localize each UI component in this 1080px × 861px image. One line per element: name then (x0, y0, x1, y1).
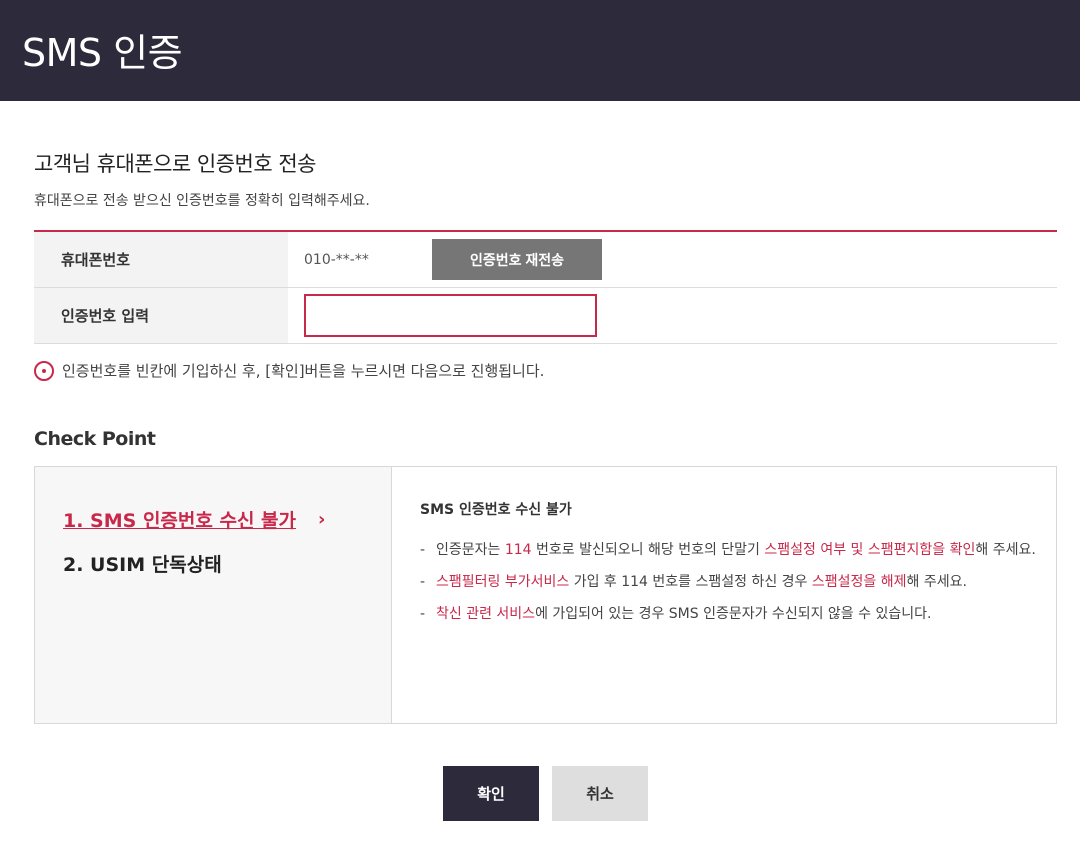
phone-row: 휴대폰번호 010-**-** 인증번호 재전송 (34, 232, 1057, 288)
info-circle-icon (34, 360, 54, 381)
code-row: 인증번호 입력 (34, 288, 1057, 344)
checkpoint-bullet: - 착신 관련 서비스에 가입되어 있는 경우 SMS 인증문자가 수신되지 않을… (420, 601, 1056, 627)
resend-code-button[interactable]: 인증번호 재전송 (432, 239, 602, 280)
highlight-text: 114 (504, 542, 532, 558)
bullet-text: 스팸필터링 부가서비스 가입 후 114 번호를 스팸설정 하신 경우 스팸설정… (436, 569, 1046, 595)
checkpoint-bullets: - 인증문자는 114 번호로 발신되오니 해당 번호의 단말기 스팸설정 여부 … (420, 537, 1056, 627)
cancel-button[interactable]: 취소 (552, 766, 648, 821)
section-description: 휴대폰으로 전송 받으신 인증번호를 정확히 입력해주세요. (34, 193, 370, 209)
bullet-dash: - (420, 542, 426, 558)
phone-label: 휴대폰번호 (34, 232, 288, 287)
checkpoint-panel: 1. SMS 인증번호 수신 불가 › 2. USIM 단독상태 SMS 인증번… (34, 466, 1057, 724)
bullet-dash: - (420, 606, 426, 622)
chevron-right-icon: › (318, 508, 326, 530)
checkpoint-content: SMS 인증번호 수신 불가 - 인증문자는 114 번호로 발신되오니 해당 번… (392, 467, 1056, 723)
bullet-segment: 해 주세요. (906, 574, 967, 590)
checkpoint-content-title: SMS 인증번호 수신 불가 (420, 502, 572, 518)
bullet-text: 인증문자는 114 번호로 발신되오니 해당 번호의 단말기 스팸설정 여부 및… (436, 537, 1046, 563)
highlight-text: 스팸필터링 부가서비스 (436, 574, 570, 590)
page-title: SMS 인증 (22, 31, 183, 75)
code-label: 인증번호 입력 (34, 288, 288, 343)
bullet-segment: 가입 후 114 번호를 스팸설정 하신 경우 (569, 574, 812, 590)
checkpoint-title: Check Point (34, 428, 156, 450)
notice-text: 인증번호를 빈칸에 기입하신 후, [확인]버튼을 누르시면 다음으로 진행됩니… (62, 362, 545, 380)
checkpoint-tab-sms[interactable]: 1. SMS 인증번호 수신 불가 › (63, 497, 391, 541)
checkpoint-tab-label: 2. USIM 단독상태 (63, 553, 222, 576)
checkpoint-bullet: - 스팸필터링 부가서비스 가입 후 114 번호를 스팸설정 하신 경우 스팸설… (420, 569, 1056, 595)
page-header: SMS 인증 (0, 0, 1080, 101)
bullet-segment: 해 주세요. (975, 542, 1036, 558)
bullet-dash: - (420, 574, 426, 590)
notice: 인증번호를 빈칸에 기입하신 후, [확인]버튼을 누르시면 다음으로 진행됩니… (34, 360, 544, 381)
checkpoint-tab-usim[interactable]: 2. USIM 단독상태 (63, 541, 391, 585)
phone-number: 010-**-** (304, 251, 369, 268)
highlight-text: 착신 관련 서비스 (436, 606, 536, 622)
bullet-text: 착신 관련 서비스에 가입되어 있는 경우 SMS 인증문자가 수신되지 않을 … (436, 601, 1046, 627)
highlight-text: 스팸설정 여부 및 스팸편지함을 확인 (764, 542, 976, 558)
section-title: 고객님 휴대폰으로 인증번호 전송 (34, 152, 317, 176)
bullet-segment: 인증문자는 (436, 542, 505, 558)
checkpoint-nav: 1. SMS 인증번호 수신 불가 › 2. USIM 단독상태 (35, 467, 392, 723)
checkpoint-bullet: - 인증문자는 114 번호로 발신되오니 해당 번호의 단말기 스팸설정 여부 … (420, 537, 1056, 563)
phone-value-cell: 010-**-** 인증번호 재전송 (288, 232, 1057, 287)
bullet-segment: 번호로 발신되오니 해당 번호의 단말기 (531, 542, 765, 558)
code-value-cell (288, 288, 1057, 343)
verification-code-input[interactable] (304, 294, 597, 337)
bullet-segment: 에 가입되어 있는 경우 SMS 인증문자가 수신되지 않을 수 있습니다. (535, 606, 932, 622)
verification-form: 휴대폰번호 010-**-** 인증번호 재전송 인증번호 입력 (34, 230, 1057, 344)
confirm-button[interactable]: 확인 (443, 766, 539, 821)
highlight-text: 스팸설정을 해제 (811, 574, 907, 590)
checkpoint-tab-label: 1. SMS 인증번호 수신 불가 (63, 509, 297, 532)
